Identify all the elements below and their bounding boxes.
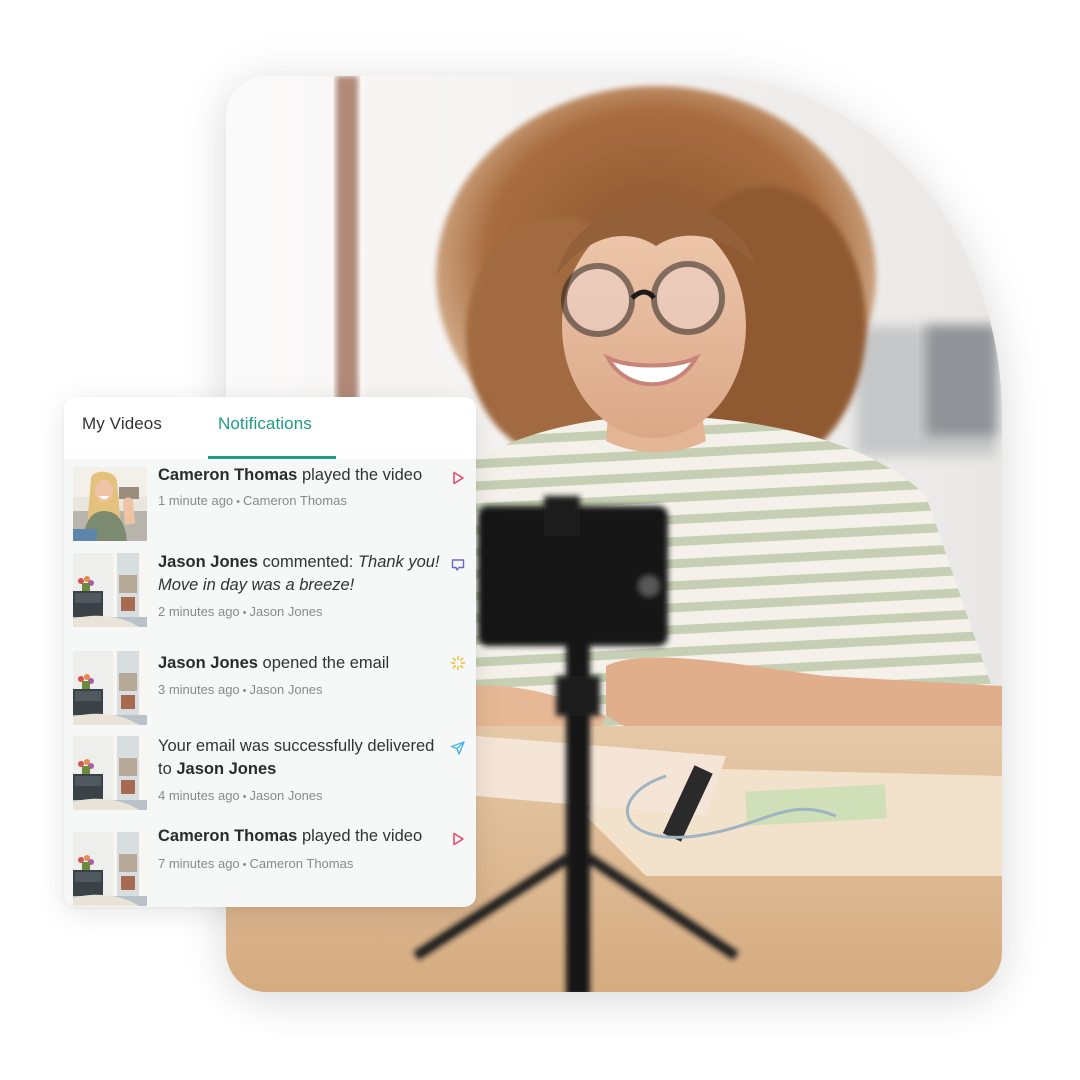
- notification-text: Cameron Thomas played the video: [158, 825, 448, 848]
- contact-name: Cameron Thomas: [243, 493, 347, 508]
- living-room-photo: [73, 832, 147, 906]
- tab-notifications[interactable]: Notifications: [218, 414, 312, 434]
- tab-my-videos[interactable]: My Videos: [82, 414, 162, 434]
- contact-name: Jason Jones: [249, 604, 323, 619]
- comment-icon[interactable]: [450, 557, 466, 573]
- actor-name: Cameron Thomas: [158, 466, 298, 484]
- notification-item[interactable]: Cameron Thomas played the video 7 minute…: [64, 825, 476, 907]
- notification-text: Jason Jones commented: Thank you! Move i…: [158, 551, 448, 597]
- sparkle-icon[interactable]: [450, 655, 466, 671]
- notification-meta: 1 minute ago • Cameron Thomas: [158, 493, 347, 510]
- tab-bar: My Videos Notifications: [64, 397, 476, 459]
- living-room-photo: [73, 553, 147, 627]
- separator-dot: •: [242, 859, 247, 871]
- timestamp: 1 minute ago: [158, 493, 234, 508]
- notification-text: Jason Jones opened the email: [158, 652, 448, 675]
- action-text: played the video: [297, 827, 423, 845]
- notification-meta: 2 minutes ago • Jason Jones: [158, 604, 323, 621]
- timestamp: 3 minutes ago: [158, 682, 240, 697]
- notification-text: Cameron Thomas played the video: [158, 464, 448, 487]
- timestamp: 2 minutes ago: [158, 604, 240, 619]
- thumbnail-living-room: [73, 553, 147, 627]
- actor-name: Jason Jones: [158, 654, 258, 672]
- play-icon[interactable]: [450, 831, 466, 847]
- timestamp: 4 minutes ago: [158, 788, 240, 803]
- actor-name: Jason Jones: [158, 553, 258, 571]
- thumbnail-living-room: [73, 832, 147, 906]
- timestamp: 7 minutes ago: [158, 856, 240, 871]
- separator-dot: •: [242, 685, 247, 697]
- contact-name: Cameron Thomas: [249, 856, 354, 871]
- notification-item[interactable]: Cameron Thomas played the video 1 minute…: [64, 459, 476, 544]
- notification-item[interactable]: Jason Jones opened the email 3 minutes a…: [64, 642, 476, 727]
- action-text: played the video: [297, 466, 423, 484]
- notification-meta: 3 minutes ago • Jason Jones: [158, 682, 323, 699]
- notification-text: Your email was successfully delivered to…: [158, 735, 448, 781]
- notification-meta: 4 minutes ago • Jason Jones: [158, 788, 323, 805]
- living-room-photo: [73, 651, 147, 725]
- contact-name: Jason Jones: [249, 682, 323, 697]
- thumbnail-woman-waving: [73, 467, 147, 541]
- separator-dot: •: [242, 791, 247, 803]
- separator-dot: •: [242, 607, 247, 619]
- thumbnail-living-room: [73, 736, 147, 810]
- notification-item[interactable]: Your email was successfully delivered to…: [64, 727, 476, 825]
- separator-dot: •: [236, 496, 241, 508]
- action-text: opened the email: [257, 654, 390, 672]
- woman-waving-photo: [73, 467, 147, 541]
- notification-item[interactable]: Jason Jones commented: Thank you! Move i…: [64, 544, 476, 642]
- notifications-panel: My Videos Notifications Cameron Thomas p…: [64, 397, 476, 907]
- actor-name: Cameron Thomas: [158, 827, 298, 845]
- contact-name: Jason Jones: [249, 788, 323, 803]
- action-text: commented:: [257, 553, 358, 571]
- living-room-photo: [73, 736, 147, 810]
- thumbnail-living-room: [73, 651, 147, 725]
- actor-name: Jason Jones: [176, 760, 277, 778]
- notification-meta: 7 minutes ago • Cameron Thomas: [158, 856, 353, 873]
- send-icon[interactable]: [450, 740, 466, 756]
- play-icon[interactable]: [450, 470, 466, 486]
